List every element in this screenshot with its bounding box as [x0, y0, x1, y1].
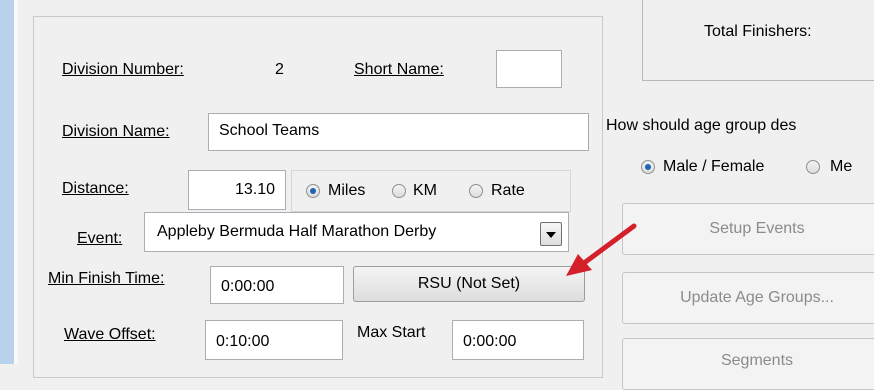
max-start-label: Max Start	[357, 324, 426, 341]
short-name-label: Short Name:	[354, 61, 444, 78]
chevron-down-icon[interactable]	[540, 222, 562, 246]
radio-male-female-label: Male / Female	[663, 158, 765, 175]
update-age-groups-button[interactable]: Update Age Groups...	[622, 272, 874, 324]
distance-label: Distance:	[62, 180, 129, 197]
short-name-input[interactable]	[496, 50, 562, 88]
wave-offset-label: Wave Offset:	[64, 326, 156, 343]
window-left-edge-highlight	[14, 0, 18, 364]
division-name-input[interactable]: School Teams	[208, 113, 589, 151]
max-start-input[interactable]: 0:00:00	[452, 320, 584, 360]
min-finish-time-label: Min Finish Time:	[48, 270, 165, 287]
event-select-value: Appleby Bermuda Half Marathon Derby	[157, 223, 437, 240]
annotation-arrow-icon	[566, 223, 637, 276]
radio-rate-label: Rate	[491, 182, 525, 199]
setup-events-button[interactable]: Setup Events	[622, 203, 874, 255]
window-left-edge	[0, 0, 14, 364]
distance-input[interactable]: 13.10	[188, 170, 286, 210]
event-label: Event:	[77, 230, 123, 247]
division-number-value: 2	[275, 61, 284, 78]
wave-offset-input[interactable]: 0:10:00	[205, 320, 343, 360]
age-group-question: How should age group des	[606, 117, 797, 134]
division-name-label: Division Name:	[62, 123, 170, 140]
event-select[interactable]: Appleby Bermuda Half Marathon Derby	[144, 212, 569, 252]
radio-miles-label: Miles	[328, 182, 366, 199]
rsu-button[interactable]: RSU (Not Set)	[353, 266, 585, 302]
radio-km-label: KM	[413, 182, 437, 199]
radio-km[interactable]	[392, 184, 406, 198]
segments-button[interactable]: Segments	[622, 338, 874, 390]
radio-male-female[interactable]	[641, 160, 655, 174]
min-finish-time-input[interactable]: 0:00:00	[210, 266, 344, 304]
division-number-label: Division Number:	[62, 61, 184, 78]
radio-me[interactable]	[806, 160, 820, 174]
radio-miles[interactable]	[306, 184, 320, 198]
total-finishers-label: Total Finishers:	[704, 23, 812, 40]
radio-me-label: Me	[830, 158, 853, 175]
radio-rate[interactable]	[469, 184, 483, 198]
